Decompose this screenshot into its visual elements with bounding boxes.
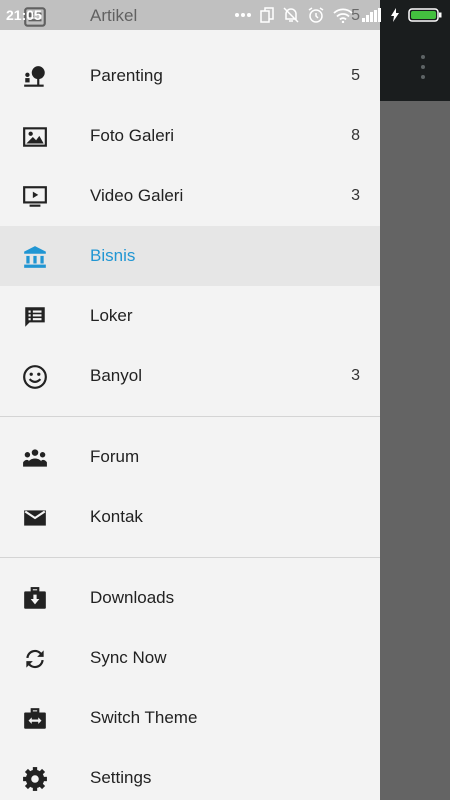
- sync-icon: [21, 645, 49, 673]
- bell-off-icon: [283, 7, 299, 23]
- drawer-item-label: Kontak: [90, 507, 143, 526]
- drawer-item-video-galeri[interactable]: Video Galeri 3: [0, 166, 380, 226]
- drawer-item-banyol[interactable]: Banyol 3: [0, 346, 380, 406]
- status-time: 21:05: [6, 7, 42, 23]
- drawer-item-label: Downloads: [90, 588, 175, 607]
- drawer-item-label: Switch Theme: [90, 708, 198, 727]
- copy-icon: [260, 7, 274, 23]
- mail-icon: [21, 504, 49, 532]
- smiley-icon: [21, 363, 49, 391]
- section-divider: [0, 416, 380, 417]
- drawer-item-bisnis[interactable]: Bisnis: [0, 226, 380, 286]
- drawer-item-sync-now[interactable]: Sync Now: [0, 628, 380, 688]
- scrim-overlay[interactable]: [380, 101, 450, 800]
- bank-icon: [21, 243, 49, 271]
- drawer-item-label: Banyol: [90, 366, 142, 385]
- drawer-item-foto-galeri[interactable]: Foto Galeri 8: [0, 106, 380, 166]
- charging-icon: [391, 8, 399, 22]
- battery-icon: [408, 8, 442, 22]
- signal-icon: [362, 8, 381, 22]
- switch-theme-icon: [21, 705, 49, 733]
- video-icon: [21, 183, 49, 211]
- message-list-icon: [21, 303, 49, 331]
- alarm-icon: [308, 7, 324, 23]
- drawer-item-count: 3: [351, 367, 360, 384]
- group-icon: [21, 444, 49, 472]
- drawer-item-label: Loker: [90, 306, 133, 325]
- gear-icon: [21, 765, 49, 793]
- section-divider: [0, 557, 380, 558]
- wifi-icon: [333, 8, 353, 23]
- drawer-item-label: Foto Galeri: [90, 126, 175, 145]
- more-dots-icon: [235, 13, 251, 17]
- drawer-item-parenting[interactable]: Parenting 5: [0, 46, 380, 106]
- drawer-item-forum[interactable]: Forum: [0, 427, 380, 487]
- drawer-item-loker[interactable]: Loker: [0, 286, 380, 346]
- drawer-item-label: Bisnis: [90, 246, 136, 265]
- download-box-icon: [21, 585, 49, 613]
- drawer-item-kontak[interactable]: Kontak: [0, 487, 380, 547]
- drawer-item-label: Settings: [90, 768, 152, 787]
- status-icons: [235, 6, 442, 24]
- drawer-item-settings[interactable]: Settings: [0, 748, 380, 800]
- navigation-drawer: Artikel 5 Parenting 5 Foto Galeri 8 Vide…: [0, 0, 380, 800]
- drawer-item-label: Sync Now: [90, 648, 167, 667]
- drawer-item-label: Forum: [90, 447, 140, 466]
- drawer-item-count: 3: [351, 187, 360, 204]
- image-icon: [21, 123, 49, 151]
- drawer-item-switch-theme[interactable]: Switch Theme: [0, 688, 380, 748]
- drawer-item-label: Parenting: [90, 66, 163, 85]
- overflow-menu-icon[interactable]: [412, 52, 434, 82]
- drawer-item-count: 5: [351, 67, 360, 84]
- status-bar: 21:05: [0, 0, 450, 30]
- drawer-item-downloads[interactable]: Downloads: [0, 568, 380, 628]
- drawer-item-label: Video Galeri: [90, 186, 184, 205]
- parenting-icon: [21, 63, 49, 91]
- drawer-item-count: 8: [351, 127, 360, 144]
